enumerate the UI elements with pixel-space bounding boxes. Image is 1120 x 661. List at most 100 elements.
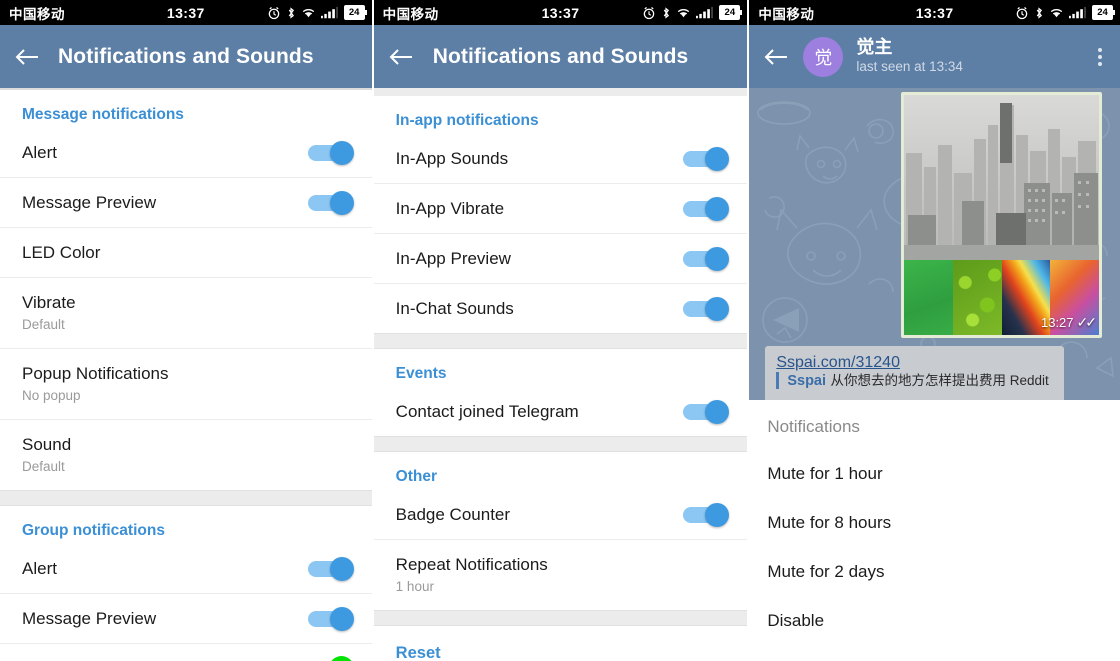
row-label: In-App Sounds — [395, 149, 509, 168]
toggle-thumb — [705, 399, 730, 424]
row-message-preview[interactable]: Message Preview — [0, 178, 372, 228]
section-separator — [373, 610, 748, 626]
city-skyline-graphic — [904, 95, 1099, 260]
dialog-item-mute-8-hours[interactable]: Mute for 8 hours — [749, 498, 1120, 547]
read-receipt-icon: ✓✓ — [1076, 314, 1098, 330]
toggle-thumb — [329, 190, 354, 215]
status-icons: 24 — [1015, 5, 1115, 20]
chat-app-bar: 觉 觉主 last seen at 13:34 — [749, 25, 1120, 88]
toggle-in-chat-sounds[interactable] — [683, 296, 730, 321]
chat-header-texts[interactable]: 觉主 last seen at 13:34 — [856, 37, 1080, 76]
link-url[interactable]: Sspai.com/31240 — [776, 354, 1053, 372]
row-vibrate[interactable]: Vibrate Default — [0, 278, 372, 349]
notifications-dialog: Notifications Mute for 1 hour Mute for 8… — [749, 400, 1120, 661]
back-arrow-icon — [764, 48, 788, 65]
alarm-icon — [1016, 6, 1028, 19]
row-group-message-preview[interactable]: Message Preview — [0, 594, 372, 644]
bluetooth-icon — [1036, 6, 1043, 19]
toggle-thumb — [705, 196, 730, 221]
toggle-thumb — [705, 502, 730, 527]
link-preview-card[interactable]: Sspai.com/31240 Sspai 从你想去的地方怎样提出费用 Redd… — [765, 346, 1064, 401]
status-bar: 中国移动 13:37 24 — [749, 0, 1120, 25]
toggle-thumb — [329, 606, 354, 631]
toggle-group-message-preview[interactable] — [307, 606, 354, 631]
row-label: Alert — [22, 143, 57, 162]
status-icons: 24 — [642, 5, 743, 20]
row-sound[interactable]: Sound Default — [0, 420, 372, 490]
alarm-icon — [268, 6, 279, 19]
row-popup-notifications[interactable]: Popup Notifications No popup — [0, 349, 372, 420]
message-time: 13:27 — [1040, 315, 1074, 330]
page-title: Notifications and Sounds — [432, 44, 689, 68]
city-photo-thumbnail — [904, 95, 1099, 260]
toggle-in-app-preview[interactable] — [683, 246, 730, 271]
section-header-message-notifications: Message notifications — [22, 106, 184, 123]
settings-list-1: Message notifications Alert Message Prev… — [0, 90, 372, 661]
toggle-thumb — [705, 296, 730, 321]
kebab-menu-icon[interactable] — [1080, 47, 1120, 66]
row-group-alert[interactable]: Alert — [0, 544, 372, 594]
row-repeat-notifications[interactable]: Repeat Notifications 1 hour — [373, 540, 748, 610]
bluetooth-icon — [288, 6, 294, 19]
row-contact-joined-telegram[interactable]: Contact joined Telegram — [373, 387, 748, 436]
screen-chat-notifications-dialog: 中国移动 13:37 24 觉 觉主 last seen at 13:34 13… — [747, 0, 1120, 661]
back-button[interactable] — [0, 47, 54, 67]
app-bar-divider — [373, 88, 748, 96]
dialog-item-mute-2-days[interactable]: Mute for 2 days — [749, 547, 1120, 596]
toggle-alert[interactable] — [307, 140, 354, 165]
section-separator — [373, 333, 748, 349]
toggle-in-app-sounds[interactable] — [683, 146, 730, 171]
dialog-item-disable[interactable]: Disable — [749, 596, 1120, 645]
row-in-app-vibrate[interactable]: In-App Vibrate — [373, 184, 748, 234]
row-label: In-App Preview — [395, 249, 511, 268]
row-in-app-preview[interactable]: In-App Preview — [373, 234, 748, 284]
screenshot-root: 中国移动 13:37 24 Notifications and Sounds M… — [0, 0, 1120, 661]
row-label: Sound — [22, 435, 72, 454]
toggle-message-preview[interactable] — [307, 190, 354, 215]
toggle-thumb — [329, 556, 354, 581]
row-led-color[interactable]: LED Color — [0, 228, 372, 278]
avatar[interactable]: 觉 — [803, 36, 844, 77]
settings-list-2: In-app notifications In-App Sounds In-Ap… — [373, 96, 748, 661]
screen-notifications-1: 中国移动 13:37 24 Notifications and Sounds M… — [0, 0, 372, 661]
battery-icon: 24 — [719, 5, 743, 20]
row-group-led-color[interactable]: LED Color — [0, 644, 372, 661]
toggle-in-app-vibrate[interactable] — [683, 196, 730, 221]
section-header-group-notifications: Group notifications — [22, 522, 165, 539]
row-in-chat-sounds[interactable]: In-Chat Sounds — [373, 284, 748, 333]
row-badge-counter[interactable]: Badge Counter — [373, 490, 748, 540]
row-label: Alert — [22, 559, 57, 578]
toggle-badge-counter[interactable] — [683, 502, 730, 527]
app-bar: Notifications and Sounds — [0, 25, 372, 88]
battery-icon: 24 — [343, 5, 367, 20]
alarm-icon — [644, 6, 655, 19]
bluetooth-icon — [664, 6, 670, 19]
back-arrow-icon — [389, 48, 412, 65]
back-button[interactable] — [749, 47, 803, 67]
toggle-group-alert[interactable] — [307, 556, 354, 581]
thumb-green-plain — [904, 260, 953, 335]
section-separator — [373, 436, 748, 452]
signal-icon — [320, 6, 338, 19]
dialog-item-mute-1-hour[interactable]: Mute for 1 hour — [749, 449, 1120, 498]
section-header-in-app-notifications: In-app notifications — [395, 112, 539, 129]
row-in-app-sounds[interactable]: In-App Sounds — [373, 134, 748, 184]
toggle-contact-joined[interactable] — [683, 399, 730, 424]
status-bar: 中国移动 13:37 24 — [0, 0, 372, 25]
photo-message[interactable]: 13:27 ✓✓ — [901, 92, 1102, 338]
wifi-icon — [302, 9, 314, 18]
row-label: Repeat Notifications — [395, 555, 548, 574]
led-color-swatch[interactable] — [328, 656, 354, 661]
back-button[interactable] — [374, 47, 428, 67]
dialog-title: Notifications — [767, 417, 860, 436]
row-value: Default — [22, 459, 65, 474]
row-alert[interactable]: Alert — [0, 128, 372, 178]
message-time-badge: 13:27 ✓✓ — [1040, 314, 1098, 331]
link-site-name: Sspai — [787, 373, 827, 389]
contact-name: 觉主 — [856, 37, 893, 57]
reset-button[interactable]: Reset — [374, 626, 748, 661]
toggle-thumb — [705, 146, 730, 171]
back-arrow-icon — [15, 48, 38, 65]
row-label: LED Color — [22, 243, 101, 262]
link-preview-body: Sspai 从你想去的地方怎样提出费用 Reddit — [776, 372, 1049, 389]
